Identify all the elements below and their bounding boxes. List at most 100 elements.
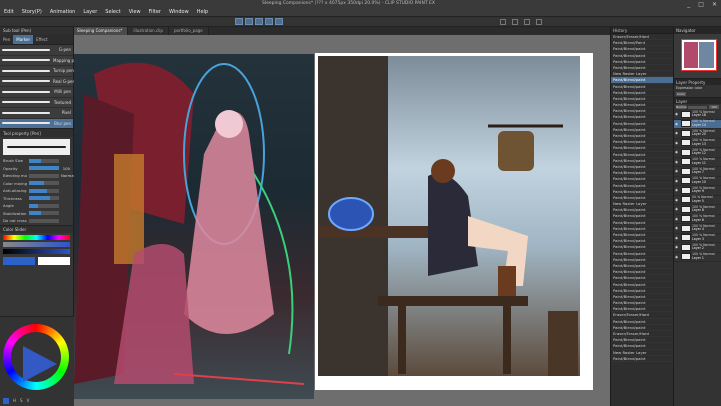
layer-row[interactable]: ◉ 100 % Normal Layer 14 (674, 119, 721, 129)
layer-row[interactable]: ◉ 100 % Normal Layer 1 (674, 253, 721, 262)
eye-icon[interactable]: ◉ (675, 112, 680, 116)
redo-icon[interactable] (245, 18, 253, 25)
eye-icon[interactable]: ◉ (675, 150, 680, 154)
layer-row[interactable]: ◉ 100 % Normal Layer 12 (674, 148, 721, 158)
undo-icon[interactable] (235, 18, 243, 25)
navigator-view-frame[interactable] (681, 39, 717, 71)
tab-marker[interactable]: Marker (13, 35, 34, 44)
eye-icon[interactable]: ◉ (675, 255, 680, 259)
flip-icon[interactable] (512, 19, 518, 25)
tool-property-row[interactable]: Stabilization (0, 210, 73, 218)
navigator-panel[interactable] (674, 34, 721, 78)
property-slider[interactable] (29, 181, 59, 186)
color-triangle[interactable] (23, 346, 57, 382)
brush-item[interactable]: Mapping pen (0, 56, 79, 66)
layer-row[interactable]: ◉ 100 % Normal Layer 3 (674, 234, 721, 243)
property-slider[interactable] (29, 158, 59, 163)
eye-icon[interactable]: ◉ (675, 245, 680, 249)
menu-view[interactable]: View (129, 9, 141, 15)
blend-mode-select[interactable]: Normal (676, 105, 687, 109)
layer-row[interactable]: ◉ 50 % Normal Layer 5 (674, 196, 721, 205)
tab-illustration[interactable]: illustration.clip (128, 27, 169, 35)
rotate-icon[interactable] (500, 19, 506, 25)
tab-sleeping-companions[interactable]: Sleeping Companions* (72, 27, 129, 35)
hue-slider[interactable] (3, 234, 70, 240)
eye-icon[interactable]: ◉ (675, 217, 680, 221)
property-slider[interactable] (29, 218, 59, 223)
zoom-icon[interactable] (524, 19, 530, 25)
color-mode-select[interactable]: Color (676, 92, 686, 96)
fit-icon[interactable] (536, 19, 542, 25)
brush-item[interactable]: Real G-pen (0, 77, 75, 87)
layer-row[interactable]: ◉ 100 % Normal Layer 6 (674, 215, 721, 224)
menu-window[interactable]: Window (169, 9, 189, 15)
sub-color-swatch[interactable] (38, 256, 70, 265)
tab-portfolio[interactable]: portfolio_page (168, 27, 209, 35)
menu-animation[interactable]: Animation (50, 9, 76, 15)
layer-opacity-slider[interactable] (688, 105, 707, 109)
current-color-icon[interactable] (3, 398, 9, 404)
tool-property-row[interactable]: Blending mode Normal (0, 172, 75, 180)
value-slider[interactable] (3, 248, 70, 254)
menu-select[interactable]: Select (105, 9, 120, 15)
menu-story[interactable]: Story(P) (22, 9, 42, 15)
brush-item[interactable]: Turnip pen (0, 66, 74, 77)
tab-effect[interactable]: Effect (33, 35, 51, 44)
tool-property-row[interactable]: Opacity 100 (0, 165, 73, 173)
tab-pen[interactable]: Pen (0, 35, 13, 44)
property-slider[interactable] (29, 196, 59, 201)
eye-icon[interactable]: ◉ (675, 236, 680, 240)
layer-row[interactable]: ◉ 100 % Normal Layer 8 (674, 205, 721, 215)
brush-item[interactable]: G-pen (0, 45, 73, 56)
tool-property-row[interactable]: Thickness (0, 195, 73, 203)
menu-help[interactable]: Help (197, 9, 208, 15)
color-wheel[interactable] (3, 324, 69, 390)
maximize-icon[interactable]: □ (698, 1, 704, 8)
layer-row[interactable]: ◉ 100 % Normal Layer 9 (674, 186, 721, 196)
property-slider[interactable] (29, 166, 59, 171)
brush-item[interactable]: Milli pen (0, 87, 73, 98)
layer-row[interactable]: ◉ 100 % Normal Layer 10 (674, 177, 721, 186)
transform-icon[interactable] (265, 18, 273, 25)
brush-item[interactable]: Textured (0, 98, 73, 108)
eye-icon[interactable]: ◉ (675, 188, 680, 192)
property-slider[interactable] (29, 211, 59, 216)
layer-row[interactable]: ◉ 100 % Normal Layer 11 (674, 158, 721, 167)
layer-row[interactable]: ◉ 100 % Normal Layer 4 (674, 224, 721, 234)
eye-icon[interactable]: ◉ (675, 160, 680, 164)
snap-icon[interactable] (275, 18, 283, 25)
tool-property-row[interactable]: Brush Size (0, 157, 73, 165)
deselect-icon[interactable] (255, 18, 263, 25)
eye-icon[interactable]: ◉ (675, 207, 680, 211)
history-item[interactable]: Paint/Blend/paint (611, 356, 673, 362)
property-slider[interactable] (29, 203, 59, 208)
menu-edit[interactable]: Edit (4, 9, 14, 15)
property-slider[interactable] (29, 173, 59, 178)
layer-row[interactable]: ◉ 100 % Normal Layer 7 (674, 167, 721, 177)
menu-filter[interactable]: Filter (149, 9, 161, 15)
layer-row[interactable]: ◉ 100 % Normal Layer 2 (674, 243, 721, 253)
close-icon[interactable]: ✕ (712, 1, 717, 8)
eye-icon[interactable]: ◉ (675, 141, 680, 145)
layer-opacity-value[interactable]: 100 (709, 105, 719, 109)
layer-row[interactable]: ◉ 100 % Normal Layer 18 (674, 110, 721, 120)
tool-property-row[interactable]: Color mixing (0, 180, 73, 188)
minimize-icon[interactable]: _ (687, 1, 690, 8)
eye-icon[interactable]: ◉ (675, 198, 680, 202)
eye-icon[interactable]: ◉ (675, 122, 680, 126)
menu-layer[interactable]: Layer (83, 9, 97, 15)
brush-item[interactable]: Pixel (0, 108, 73, 119)
property-slider[interactable] (29, 188, 59, 193)
eye-icon[interactable]: ◉ (675, 169, 680, 173)
main-color-swatch[interactable] (3, 256, 35, 265)
layer-row[interactable]: ◉ 100 % Normal Layer 13 (674, 139, 721, 148)
saturation-slider[interactable] (3, 241, 70, 247)
tool-property-row[interactable]: Anti-aliasing (0, 187, 73, 195)
canvas-area[interactable] (74, 35, 610, 406)
layer-row[interactable]: ◉ 100 % Normal Layer 20 (674, 129, 721, 139)
eye-icon[interactable]: ◉ (675, 179, 680, 183)
eye-icon[interactable]: ◉ (675, 131, 680, 135)
tool-property-row[interactable]: Angle (0, 202, 73, 210)
tool-property-row[interactable]: Do not cross lines of reference layer (0, 217, 73, 225)
eye-icon[interactable]: ◉ (675, 226, 680, 230)
